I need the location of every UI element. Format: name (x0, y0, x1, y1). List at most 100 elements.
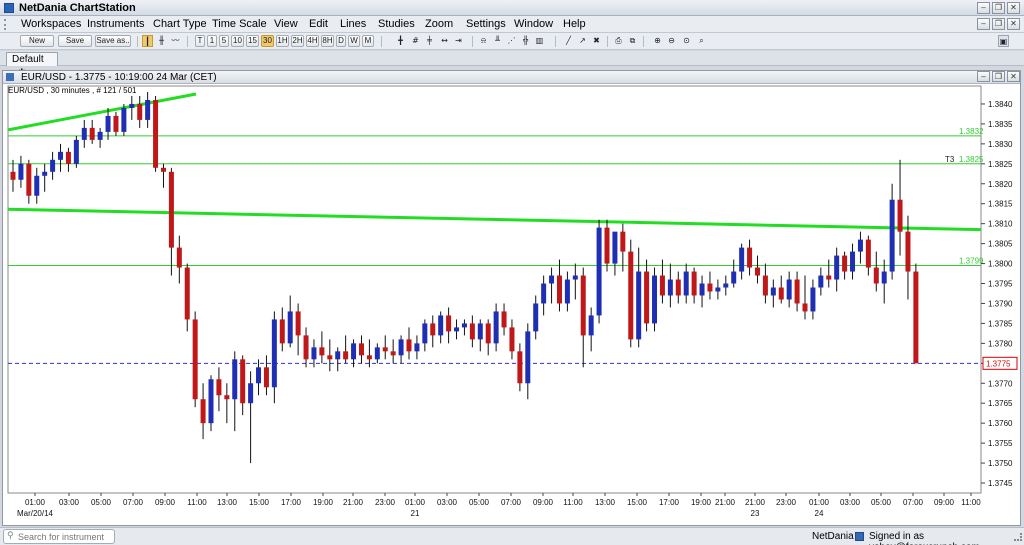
candle-body (770, 287, 776, 296)
scroll-end-icon[interactable]: ⇥ (453, 35, 464, 47)
bar-chart-type-icon[interactable]: ┃ (142, 35, 153, 47)
menu-help[interactable]: Help (563, 18, 586, 30)
candle-body (659, 275, 665, 296)
cursor-line-icon[interactable]: ╪ (424, 35, 435, 47)
timescale-t-button[interactable]: T (195, 35, 205, 47)
candle-body (58, 151, 64, 160)
ws-close-icon[interactable]: ✕ (1007, 18, 1020, 30)
x-tick-label: 09:00 (934, 498, 955, 507)
candle-body (691, 271, 697, 296)
zoom-out-icon[interactable]: ⊖ (666, 35, 677, 47)
timescale-15-button[interactable]: 15 (246, 35, 259, 47)
new-button[interactable]: New (20, 35, 54, 47)
fan-lines-icon[interactable]: ⋰ (506, 35, 517, 47)
x-tick-label: 09:00 (155, 498, 176, 507)
chart-minimize-icon[interactable]: – (977, 71, 990, 82)
bell-alert-icon[interactable]: ⍾ (478, 35, 489, 47)
draw-line-icon[interactable]: ╱ (563, 35, 574, 47)
instrument-search: ⚲ (3, 529, 115, 544)
candle-body (556, 275, 562, 304)
zoom-reset-icon[interactable]: ⌕ (696, 35, 707, 47)
delete-lines-icon[interactable]: ✖ (591, 35, 602, 47)
search-input[interactable] (18, 531, 112, 542)
menu-time-scale[interactable]: Time Scale (212, 18, 267, 30)
y-tick-label: 1.3765 (988, 399, 1013, 408)
candle-body (572, 275, 578, 280)
line-chart-type-icon[interactable]: 〰 (170, 35, 181, 47)
chart-restore-icon[interactable]: ❐ (992, 71, 1005, 82)
menu-settings[interactable]: Settings (466, 18, 506, 30)
candle (73, 135, 79, 168)
export-icon[interactable]: ⧉ (627, 35, 638, 47)
save-as-button[interactable]: Save as.. (95, 35, 131, 47)
x-tick-label: 09:00 (533, 498, 554, 507)
draw-ray-icon[interactable]: ↗ (577, 35, 588, 47)
menu-workspaces[interactable]: Workspaces (21, 18, 81, 30)
x-tick-label: 05:00 (91, 498, 112, 507)
ws-minimize-icon[interactable]: – (977, 18, 990, 30)
tab-default-label: Default (12, 54, 44, 65)
menu-zoom[interactable]: Zoom (425, 18, 453, 30)
x-tick-label: 11:00 (563, 498, 583, 507)
toolbar-options-icon[interactable]: ▣ (998, 35, 1009, 47)
minimize-icon[interactable]: – (977, 2, 990, 14)
save-button[interactable]: Save (58, 35, 92, 47)
timescale-8h-button[interactable]: 8H (321, 35, 334, 47)
grid-icon[interactable]: # (410, 35, 421, 47)
timescale-1-button[interactable]: 1 (207, 35, 217, 47)
candle-body (723, 283, 729, 288)
x-date-label: Mar/20/14 (17, 509, 54, 518)
ws-restore-icon[interactable]: ❐ (992, 18, 1005, 30)
menu-lines[interactable]: Lines (340, 18, 366, 30)
candle-body (446, 315, 452, 332)
y-tick-label: 1.3760 (988, 419, 1013, 428)
candle-body (857, 239, 863, 252)
timescale-5-button[interactable]: 5 (219, 35, 229, 47)
price-bars-icon[interactable]: ╨ (492, 35, 503, 47)
candle-chart-type-icon[interactable]: ╫ (156, 35, 167, 47)
timescale-4h-button[interactable]: 4H (306, 35, 319, 47)
menu-studies[interactable]: Studies (378, 18, 415, 30)
x-tick-label: 21:00 (715, 498, 736, 507)
menu-edit[interactable]: Edit (309, 18, 328, 30)
toolbar-separator (555, 36, 556, 47)
candle (628, 239, 634, 348)
tab-default[interactable]: Default ✱ (6, 52, 58, 77)
menu-instruments[interactable]: Instruments (87, 18, 144, 30)
candle-body (366, 355, 372, 360)
x-tick-label: 03:00 (437, 498, 458, 507)
timescale-10-button[interactable]: 10 (231, 35, 244, 47)
menu-window[interactable]: Window (514, 18, 553, 30)
candle-body (739, 247, 745, 272)
toolbar-separator (381, 36, 382, 47)
timescale-w-button[interactable]: W (348, 35, 360, 47)
timescale-30-button[interactable]: 30 (261, 35, 274, 47)
fibonacci-icon[interactable]: ╬ (520, 35, 531, 47)
menu-chart-type[interactable]: Chart Type (153, 18, 207, 30)
x-tick-label: 05:00 (871, 498, 892, 507)
zoom-in-icon[interactable]: ⊕ (652, 35, 663, 47)
volume-bars-icon[interactable]: ▥ (534, 35, 545, 47)
restore-icon[interactable]: ❐ (992, 2, 1005, 14)
resize-grip-icon[interactable] (1014, 533, 1022, 541)
x-tick-label: 15:00 (627, 498, 648, 507)
print-icon[interactable]: ⎙ (613, 35, 624, 47)
timescale-d-button[interactable]: D (336, 35, 346, 47)
connection-status-icon (855, 532, 864, 541)
candle-body (398, 339, 404, 356)
scroll-both-icon[interactable]: ↔ (439, 35, 450, 47)
timescale-2h-button[interactable]: 2H (291, 35, 304, 47)
crosshair-icon[interactable]: ╋ (395, 35, 406, 47)
current-price-label: 1.3775 (986, 359, 1011, 368)
timescale-m-button[interactable]: M (362, 35, 374, 47)
x-tick-label: 11:00 (961, 498, 981, 507)
candle-body (580, 275, 586, 336)
menu-view[interactable]: View (274, 18, 298, 30)
toolbar-separator (137, 36, 138, 47)
candle-body (279, 319, 285, 344)
chart-close-icon[interactable]: ✕ (1007, 71, 1020, 82)
price-chart[interactable]: 1.3832 1.3825 T3 1.3799 1.3840 1.3835 1.3830 1… (3, 84, 1020, 525)
zoom-fit-icon[interactable]: ⊙ (681, 35, 692, 47)
close-icon[interactable]: ✕ (1007, 2, 1020, 14)
timescale-1h-button[interactable]: 1H (276, 35, 289, 47)
